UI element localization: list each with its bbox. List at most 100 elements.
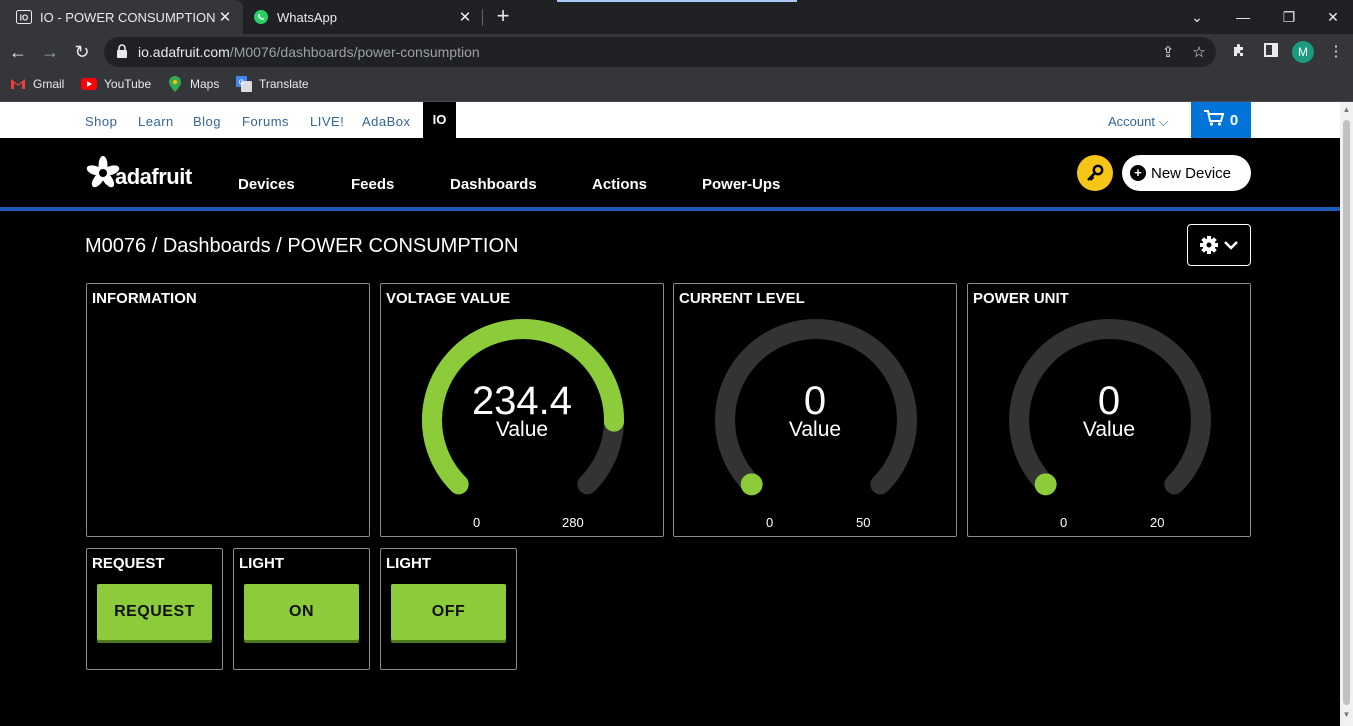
breadcrumb: M0076 / Dashboards / POWER CONSUMPTION [85,235,519,257]
whatsapp-icon [253,9,269,25]
adafruit-logo[interactable]: adafruit [85,156,192,190]
share-icon[interactable]: ⇪ [1158,43,1178,63]
bookmark-translate[interactable]: G Translate [236,76,309,92]
minimize-button[interactable]: — [1220,0,1266,34]
cart-button[interactable]: 0 [1191,102,1251,138]
url-text: io.adafruit.com/M0076/dashboards/power-c… [138,44,480,60]
browser-toolbar: ← → ↻ io.adafruit.com/M0076/dashboards/p… [0,34,1353,70]
back-icon[interactable]: ← [6,40,30,64]
nav-learn[interactable]: Learn [138,114,174,129]
current-gauge-block[interactable]: CURRENT LEVEL 0 Value 0 50 [673,283,957,537]
block-title: LIGHT [386,555,431,572]
dashboard-settings-button[interactable] [1187,224,1251,266]
translate-icon: G [236,76,252,92]
io-header: adafruit Devices Feeds Dashboards Action… [0,138,1340,211]
youtube-icon [81,76,97,92]
bookmark-label: Translate [259,77,309,91]
light-on-button[interactable]: ON [244,584,359,640]
extensions-icon[interactable] [1229,42,1249,62]
svg-text:G: G [239,80,244,87]
gauge-value-label: Value [788,418,842,441]
gauge-fill [740,473,763,496]
new-device-label: New Device [1151,164,1232,182]
nav-forums[interactable]: Forums [242,114,289,129]
gauge-value-label: Value [1082,418,1136,441]
close-tab-icon[interactable]: ✕ [217,8,233,26]
tab-search-icon[interactable]: ⌄ [1174,0,1220,34]
nav-power-ups[interactable]: Power-Ups [702,176,780,193]
key-icon [1087,164,1104,181]
plus-circle-icon: + [1130,165,1146,181]
light-off-button[interactable]: OFF [391,584,506,640]
request-block: REQUEST REQUEST [86,548,223,670]
profile-avatar[interactable]: M [1292,41,1314,63]
page-scrollbar[interactable]: ▲ ▼ [1340,102,1353,726]
bookmark-gmail[interactable]: Gmail [10,76,64,92]
gauge-max: 280 [562,515,584,530]
gauge-value-label: Value [495,418,549,441]
nav-io[interactable]: IO [423,102,456,138]
close-tab-icon[interactable]: ✕ [457,8,473,26]
gear-icon [1200,236,1218,254]
bookmark-label: Maps [190,77,220,91]
gauge-min: 0 [1060,515,1068,530]
bookmark-star-icon[interactable]: ☆ [1189,43,1209,63]
bookmarks-bar: Gmail YouTube Maps G Translate [0,70,1353,102]
bookmark-youtube[interactable]: YouTube [81,76,151,92]
adafruit-site-nav: Shop Learn Blog Forums LIVE! AdaBox IO A… [0,102,1340,138]
cart-count: 0 [1229,111,1239,129]
nav-actions[interactable]: Actions [592,176,647,193]
nav-dashboards[interactable]: Dashboards [450,176,537,193]
restore-button[interactable]: ❐ [1266,0,1312,34]
account-label: Account [1108,114,1155,129]
light-off-block: LIGHT OFF [380,548,517,670]
tab-io-power-consumption[interactable]: IO IO - POWER CONSUMPTION ✕ [0,0,243,34]
new-device-button[interactable]: + New Device [1122,155,1251,191]
tab-whatsapp[interactable]: WhatsApp ✕ [243,0,483,34]
svg-text:IO: IO [20,14,28,23]
logo-wordmark: adafruit [115,164,192,189]
chevron-down-icon [1224,241,1238,250]
lock-icon[interactable] [116,44,132,60]
account-menu[interactable]: Account ⌵ [1108,114,1168,130]
adafruit-io-favicon: IO [16,9,32,25]
reload-icon[interactable]: ↻ [70,40,94,64]
scroll-up-arrow-icon[interactable]: ▲ [1342,105,1351,115]
menu-kebab-icon[interactable]: ⋮ [1326,42,1346,62]
cart-icon [1203,110,1225,130]
nav-live[interactable]: LIVE! [310,114,344,129]
bookmark-label: YouTube [104,77,152,91]
close-window-button[interactable]: ✕ [1310,0,1353,34]
gmail-icon [10,76,26,92]
key-button[interactable] [1077,155,1113,191]
browser-tab-strip: IO IO - POWER CONSUMPTION ✕ WhatsApp ✕ +… [0,0,1353,34]
gauge-min: 0 [766,515,774,530]
block-title: REQUEST [92,555,165,572]
bookmark-label: Gmail [33,77,65,91]
information-block[interactable]: INFORMATION [86,283,370,537]
block-title: LIGHT [239,555,284,572]
gauge-max: 20 [1150,515,1165,530]
bookmark-maps[interactable]: Maps [167,76,219,92]
scrollbar-thumb[interactable] [1343,120,1350,705]
maps-icon [167,76,183,92]
nav-blog[interactable]: Blog [193,114,221,129]
nav-shop[interactable]: Shop [85,114,117,129]
block-title: INFORMATION [92,290,197,307]
gauge-min: 0 [473,515,481,530]
tab-title: IO - POWER CONSUMPTION [40,9,216,25]
voltage-gauge-block[interactable]: VOLTAGE VALUE 234.4 Value 0 280 [380,283,664,537]
nav-devices[interactable]: Devices [238,176,295,193]
tab-separator [482,9,483,26]
new-tab-button[interactable]: + [491,5,515,29]
power-gauge-block[interactable]: POWER UNIT 0 Value 0 20 [967,283,1251,537]
forward-icon[interactable]: → [38,40,62,64]
gauge-max: 50 [856,515,871,530]
request-button[interactable]: REQUEST [97,584,212,640]
nav-adabox[interactable]: AdaBox [362,114,411,129]
scroll-down-arrow-icon[interactable]: ▼ [1342,710,1351,720]
gauge-fill [1034,473,1057,496]
address-bar[interactable]: io.adafruit.com/M0076/dashboards/power-c… [104,37,1216,67]
side-panel-icon[interactable] [1261,42,1281,62]
nav-feeds[interactable]: Feeds [351,176,394,193]
